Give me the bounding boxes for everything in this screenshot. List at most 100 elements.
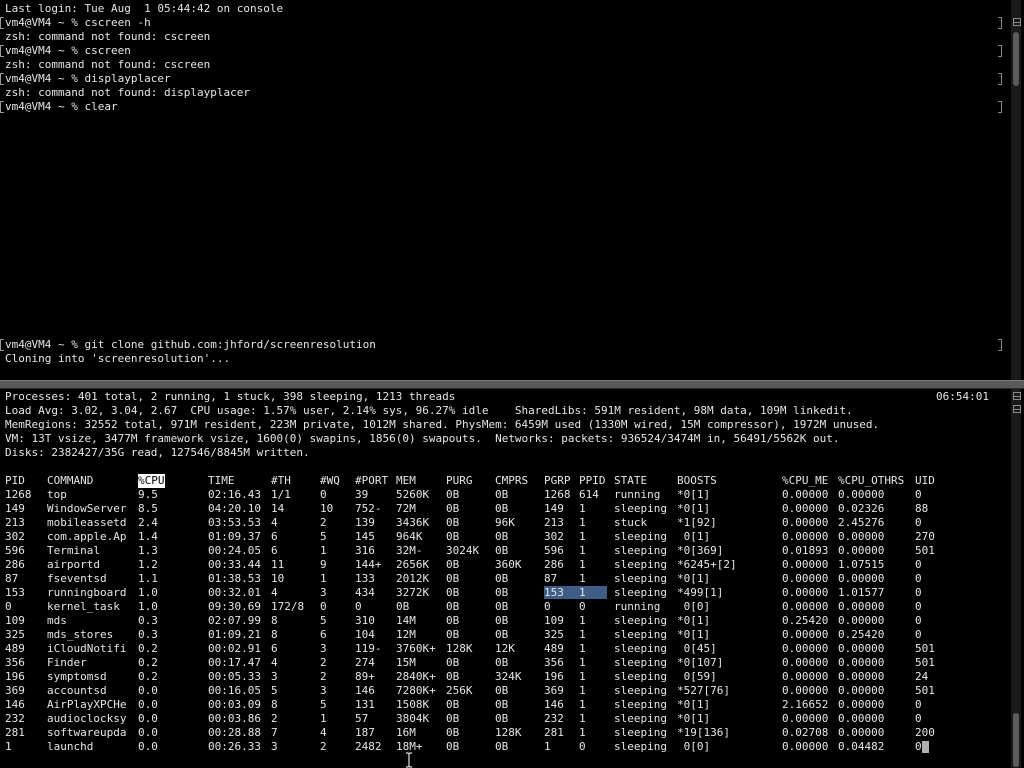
process-cell: 0 (915, 586, 922, 599)
process-cell: 1 (579, 558, 586, 571)
process-cell: 0.00000 (782, 628, 829, 641)
prompt-mark-icon[interactable] (0, 101, 4, 113)
process-cell: sleeping (614, 698, 667, 711)
text-cursor-icon (406, 752, 412, 768)
process-cell: 0.00000 (782, 712, 829, 725)
process-cell: 196 (5, 670, 25, 683)
process-cell: mds_stores (47, 628, 114, 641)
process-cell: 0B (446, 726, 460, 739)
process-cell: 0B (495, 614, 509, 627)
process-cell: 286 (5, 558, 25, 571)
prompt-mark-icon[interactable] (0, 73, 4, 85)
process-cell: 0.00000 (782, 642, 829, 655)
process-cell: 286 (544, 558, 564, 571)
prompt-mark-icon[interactable] (0, 45, 4, 57)
prompt-mark-icon[interactable] (0, 17, 4, 29)
process-cell: 0B (495, 600, 509, 613)
process-cell: 1 (579, 726, 586, 739)
column-header: PURG (446, 474, 473, 487)
process-cell: 00:33.44 (208, 558, 261, 571)
terminal-pane-bottom[interactable]: Processes: 401 total, 2 running, 1 stuck… (0, 389, 1024, 768)
prompt-mark-end-icon (998, 73, 1002, 85)
process-cell: 2 (320, 670, 327, 683)
process-cell: 88 (915, 502, 929, 515)
process-cell: 72M (396, 502, 416, 515)
process-cell: 964K (396, 530, 423, 543)
process-cell: 1.1 (138, 572, 158, 585)
shell-output-line: Last login: Tue Aug 1 05:44:42 on consol… (5, 2, 284, 15)
process-cell: 146 (355, 684, 375, 697)
process-cell: 0B (495, 684, 509, 697)
process-cell: *19[136] (677, 726, 730, 739)
process-cell: *0[1] (677, 572, 711, 585)
process-cell: Terminal (47, 544, 100, 557)
process-cell: 149 (544, 502, 564, 515)
process-cell: 0.0 (138, 740, 158, 753)
process-cell: 0[59] (677, 670, 717, 683)
process-cell: 324K (495, 670, 522, 683)
process-cell: 0 (915, 488, 922, 501)
process-cell: 5 (271, 684, 278, 697)
process-cell: 0.00000 (838, 614, 885, 627)
process-cell: 302 (5, 530, 25, 543)
process-cell: 0 (915, 558, 922, 571)
process-cell: 0.00000 (782, 558, 829, 571)
column-header: CMPRS (495, 474, 529, 487)
process-cell: 1 (5, 740, 12, 753)
process-cell: 5 (320, 614, 327, 627)
process-cell: 0.00000 (838, 656, 885, 669)
shell-prompt-line: vm4@VM4 ~ % git clone github.com:jhford/… (5, 338, 376, 351)
process-cell: 281 (544, 726, 564, 739)
process-cell: sleeping (614, 614, 667, 627)
process-cell: 39 (355, 488, 369, 501)
process-cell: 0 (915, 628, 922, 641)
process-cell: 0B (495, 698, 509, 711)
process-cell: 00:26.33 (208, 740, 261, 753)
prompt-mark-end-icon (998, 45, 1002, 57)
prompt-mark-end-icon (998, 17, 1002, 29)
process-cell: *0[1] (677, 502, 711, 515)
process-cell: 8.5 (138, 502, 158, 515)
process-cell: 1.01577 (838, 586, 885, 599)
column-header: #PORT (355, 474, 389, 487)
process-cell: top (47, 488, 67, 501)
process-cell: 0.0 (138, 698, 158, 711)
process-cell: 3 (271, 740, 278, 753)
terminal-pane-top[interactable]: Last login: Tue Aug 1 05:44:42 on consol… (0, 0, 1024, 380)
process-cell: 119- (355, 642, 382, 655)
bottom-pane-scroll-thumb[interactable] (1013, 713, 1019, 767)
process-cell: *0[107] (677, 656, 724, 669)
prompt-mark-end-icon (998, 101, 1002, 113)
process-cell: 0B (495, 628, 509, 641)
process-cell: 0.2 (138, 670, 158, 683)
top-pane-scrollbar[interactable] (1011, 0, 1021, 380)
process-cell: 0.02326 (838, 502, 885, 515)
top-pane-scroll-thumb[interactable] (1013, 32, 1019, 86)
process-cell: 0 (915, 614, 922, 627)
process-cell: softwareupda (47, 726, 127, 739)
process-cell: 0B (495, 712, 509, 725)
process-cell: 00:32.01 (208, 586, 261, 599)
process-cell: 0B (495, 530, 509, 543)
process-cell: 89+ (355, 670, 375, 683)
split-divider[interactable] (0, 380, 1024, 389)
process-cell: 0B (446, 712, 460, 725)
process-cell: 0 (915, 740, 922, 753)
column-header: COMMAND (47, 474, 94, 487)
process-cell: 0.00000 (782, 670, 829, 683)
bottom-pane-scrollbar[interactable] (1011, 389, 1021, 768)
process-cell: sleeping (614, 684, 667, 697)
process-cell: 4 (271, 586, 278, 599)
split-pane-icon[interactable] (1013, 18, 1021, 26)
process-cell: sleeping (614, 740, 667, 753)
process-cell: 0.00000 (838, 698, 885, 711)
process-cell: 6 (320, 628, 327, 641)
process-cell: 1508K (396, 698, 430, 711)
process-cell: 0B (446, 614, 460, 627)
split-pane-icon[interactable] (1013, 392, 1021, 400)
process-cell: 1 (579, 670, 586, 683)
process-cell: 3024K (446, 544, 480, 557)
process-cell: 200 (915, 726, 935, 739)
close-split-icon[interactable] (1013, 405, 1021, 413)
prompt-mark-icon[interactable] (0, 339, 4, 351)
